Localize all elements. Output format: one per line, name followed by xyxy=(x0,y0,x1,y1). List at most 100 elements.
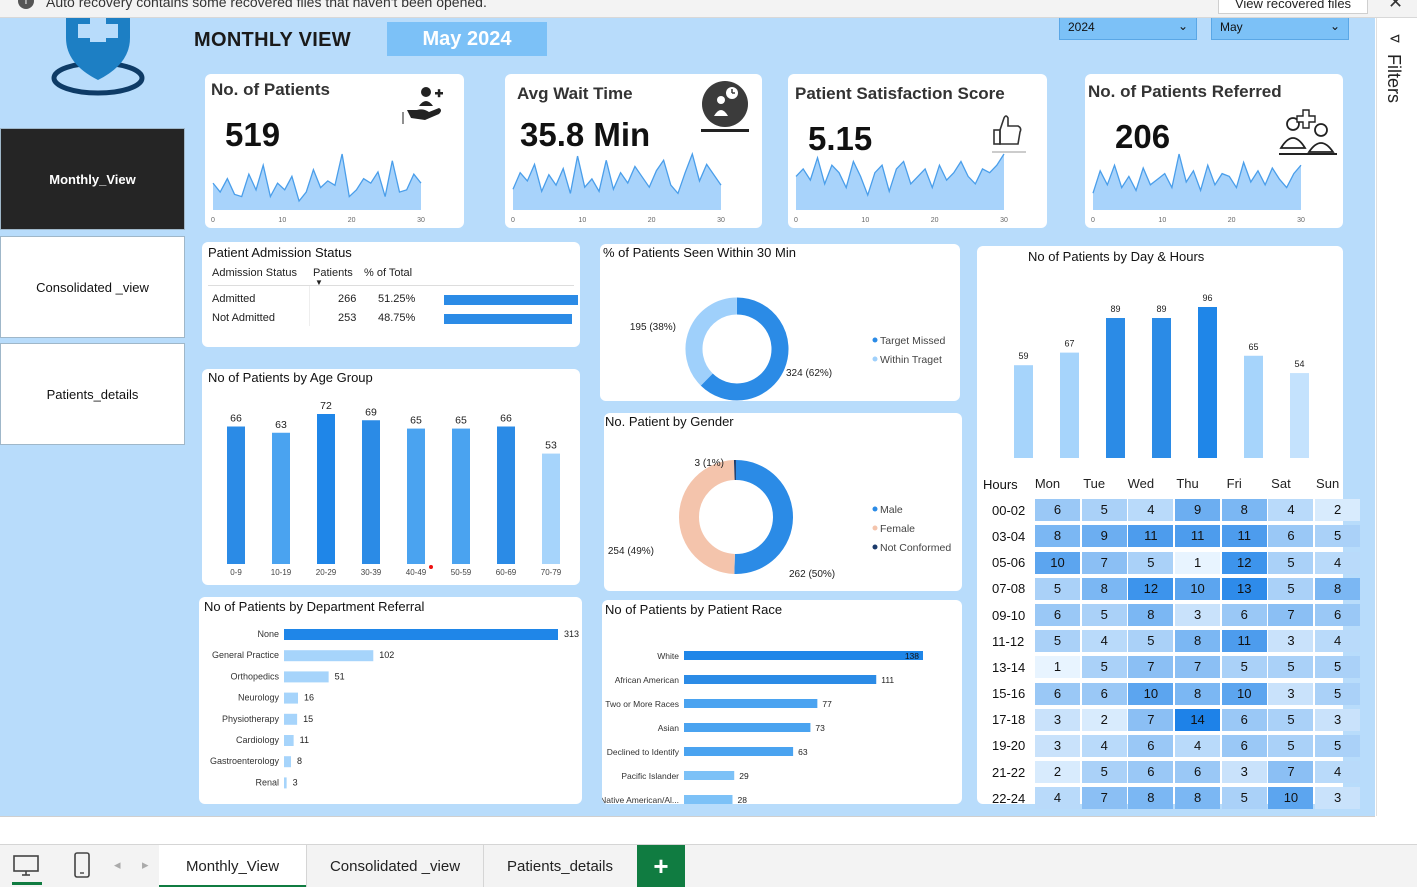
heatmap-cell: 7 xyxy=(1175,656,1221,679)
admission-col-status[interactable]: Admission Status xyxy=(212,267,297,279)
race-category-label: White xyxy=(657,651,679,661)
add-page-button[interactable]: + xyxy=(637,845,685,887)
view-recovered-files-button[interactable]: View recovered files xyxy=(1218,0,1368,14)
admission-status-table: Patient Admission Status Admission Statu… xyxy=(202,242,580,347)
heatmap-cell: 10 xyxy=(1035,551,1080,574)
heatmap-cell: 6 xyxy=(1221,734,1267,757)
heatmap-cell: 2 xyxy=(1315,499,1361,522)
heatmap-cell: 10 xyxy=(1221,682,1267,705)
month-select-value: May xyxy=(1220,20,1243,34)
heatmap-cell: 5 xyxy=(1081,656,1127,679)
filters-pane[interactable]: ⊲ Filters xyxy=(1376,18,1417,816)
nav-monthly-view[interactable]: Monthly_View xyxy=(0,128,185,230)
day-bar xyxy=(1106,318,1125,458)
age-bar xyxy=(497,426,515,564)
phone-view-icon[interactable] xyxy=(73,852,91,878)
hour-label: 09-10 xyxy=(992,607,1026,623)
heatmap-cell: 6 xyxy=(1128,734,1174,757)
day-data-label: 65 xyxy=(1248,342,1258,352)
nav-consolidated-view[interactable]: Consolidated _view xyxy=(0,236,185,338)
sparkline-tick: 10 xyxy=(1158,217,1166,224)
day-data-label: 54 xyxy=(1294,359,1304,369)
close-icon[interactable]: ✕ xyxy=(1388,0,1403,13)
hours-header: Hours xyxy=(983,476,1018,492)
admission-col-pct[interactable]: % of Total xyxy=(364,267,412,279)
age-data-label: 66 xyxy=(500,413,512,425)
tab-patients-details[interactable]: Patients_details xyxy=(484,845,636,887)
dept-data-label: 313 xyxy=(564,629,579,639)
heatmap-cell: 12 xyxy=(1128,577,1174,600)
legend-dot xyxy=(872,544,878,550)
scroll-left-icon[interactable]: ◂ xyxy=(114,857,121,873)
day-bar xyxy=(1060,352,1079,458)
heatmap-cell: 3 xyxy=(1035,708,1080,731)
day-bar xyxy=(1014,365,1033,458)
sparkline-tick: 0 xyxy=(211,217,215,224)
heatmap-cell: 6 xyxy=(1035,682,1080,705)
heatmap-cell: 5 xyxy=(1268,734,1314,757)
kpi-card-wait-time: Avg Wait Time 35.8 Min 0 10 20 30 xyxy=(505,74,762,228)
legend-entry: Male xyxy=(880,504,903,516)
desktop-view-icon[interactable] xyxy=(12,854,40,878)
seen30-donut-chart: 324 (62%) Target Missed 195 (38%) Within Tr… xyxy=(630,297,946,401)
heatmap-cell: 5 xyxy=(1315,734,1361,757)
heatmap-cell: 3 xyxy=(1315,787,1361,810)
dept-category-label: General Practice xyxy=(212,650,279,660)
admission-title: Patient Admission Status xyxy=(208,245,352,260)
heatmap-cell: 4 xyxy=(1081,734,1127,757)
sparkline-tick: 30 xyxy=(417,217,425,224)
horizontal-scrollbar[interactable] xyxy=(0,816,1375,842)
race-data-label: 111 xyxy=(881,675,894,685)
heatmap-cell: 4 xyxy=(1315,630,1361,653)
scroll-right-icon[interactable]: ▸ xyxy=(142,857,149,873)
nav-patients-details[interactable]: Patients_details xyxy=(0,343,185,445)
kpi-value: 519 xyxy=(225,116,281,153)
heatmap-cell: 5 xyxy=(1315,656,1361,679)
kpi-card-referred: No. of Patients Referred 206 0 10 20 30 xyxy=(1085,74,1343,228)
heatmap-row: 09-10 6 5 8 3 6 7 6 xyxy=(983,602,1362,628)
dept-category-label: Gastroenterology xyxy=(210,756,280,766)
heatmap-cell: 1 xyxy=(1175,551,1221,574)
heatmap-cell: 2 xyxy=(1035,761,1080,784)
pct-bar xyxy=(444,295,578,305)
age-bar xyxy=(362,420,380,564)
month-select[interactable]: May ⌄ xyxy=(1211,18,1349,40)
race-category-label: Native American/Al... xyxy=(602,795,679,804)
dept-bar xyxy=(284,777,287,789)
heatmap-cell: 3 xyxy=(1175,604,1221,627)
sparkline-tick: 10 xyxy=(861,217,869,224)
sparkline-tick: 30 xyxy=(717,217,725,224)
age-data-label: 53 xyxy=(545,440,557,452)
heatmap-row: 07-08 5 8 12 10 13 5 8 xyxy=(983,576,1362,602)
heatmap-cell: 8 xyxy=(1175,787,1221,810)
heatmap-row: 17-18 3 2 7 14 6 5 3 xyxy=(983,707,1362,733)
tab-monthly-view[interactable]: Monthly_View xyxy=(159,845,306,887)
row-pct: 51.25% xyxy=(378,293,416,305)
heatmap-cell: 11 xyxy=(1175,525,1221,548)
donut-data-label: 324 (62%) xyxy=(786,368,832,379)
hour-label: 22-24 xyxy=(992,790,1026,806)
dept-bar xyxy=(284,756,292,768)
race-category-label: Asian xyxy=(658,723,680,733)
marker-dot-icon xyxy=(429,565,433,569)
heatmap-cell: 5 xyxy=(1081,499,1127,522)
heatmap-cell: 8 xyxy=(1128,787,1174,810)
tab-consolidated-view[interactable]: Consolidated _view xyxy=(307,845,483,887)
hour-label: 11-12 xyxy=(992,633,1025,649)
age-tick-label: 0-9 xyxy=(230,568,242,577)
age-data-label: 63 xyxy=(275,419,287,431)
dept-category-label: Cardiology xyxy=(236,735,280,745)
age-bar xyxy=(317,414,335,564)
heatmap-row: 21-22 2 5 6 6 3 7 4 xyxy=(983,759,1362,785)
row-patients: 266 xyxy=(338,293,357,305)
age-tick-label: 60-69 xyxy=(496,568,517,577)
age-data-label: 66 xyxy=(230,413,242,425)
heatmap-cell: 7 xyxy=(1268,761,1314,784)
donut-slice xyxy=(685,297,738,386)
age-bar xyxy=(227,426,245,564)
sparkline-tick: 30 xyxy=(1297,217,1305,224)
year-select[interactable]: 2024 ⌄ xyxy=(1059,18,1197,40)
year-select-value: 2024 xyxy=(1068,20,1095,34)
heatmap-cell: 5 xyxy=(1128,630,1174,653)
race-bar xyxy=(684,699,818,708)
